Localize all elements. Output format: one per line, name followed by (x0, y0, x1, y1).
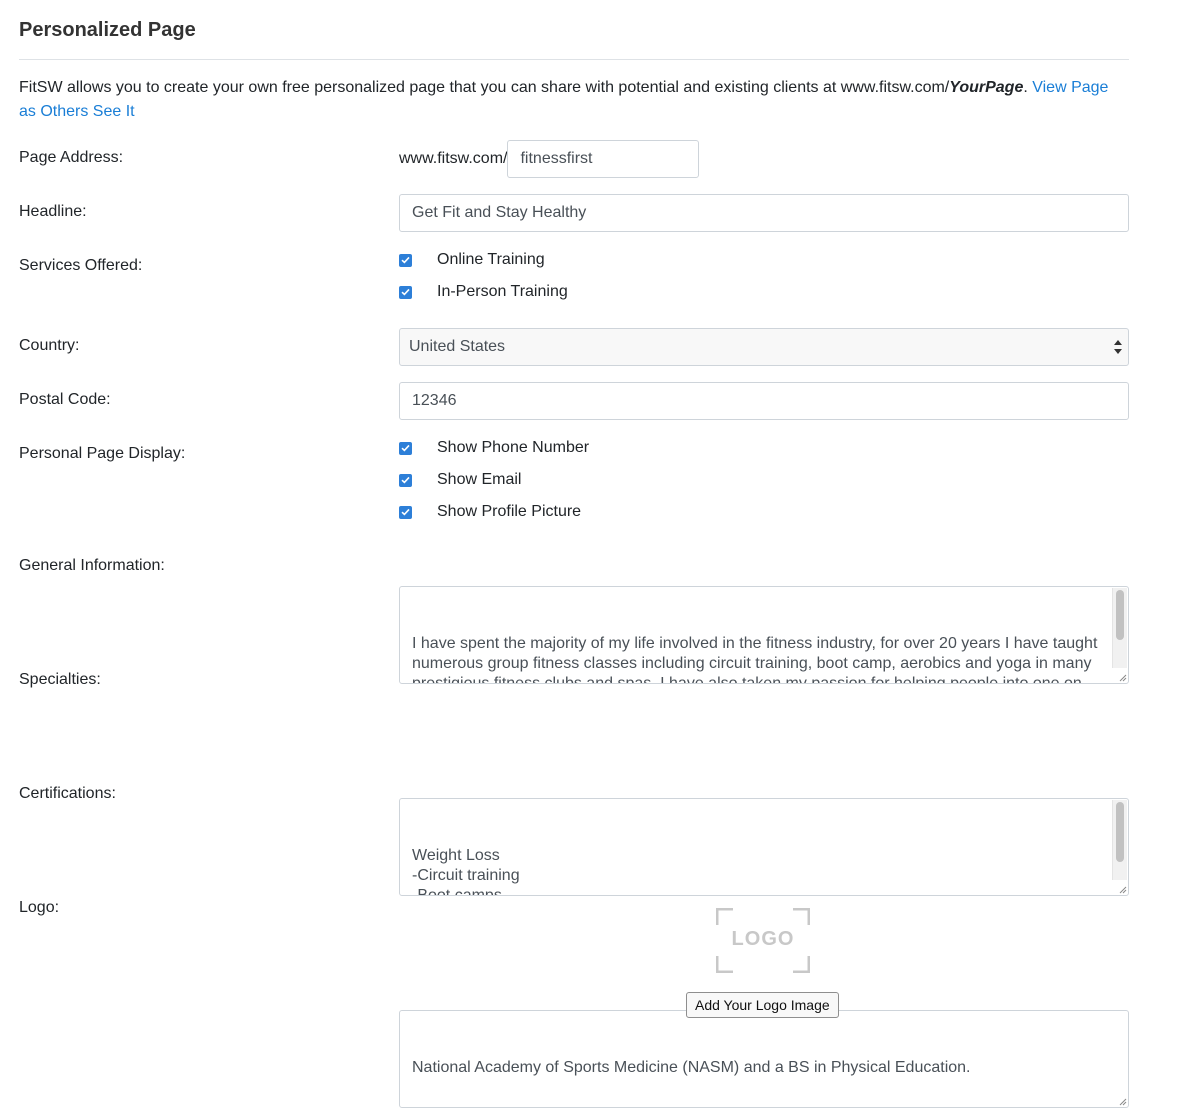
resize-grip-icon[interactable] (1117, 1096, 1127, 1106)
general-info-textarea[interactable]: I have spent the majority of my life inv… (399, 586, 1129, 684)
page-address-prefix: www.fitsw.com/ (399, 150, 508, 167)
logo-placeholder-icon: LOGO (716, 908, 810, 973)
intro-paragraph: FitSW allows you to create your own free… (19, 76, 1119, 124)
specialties-label: Specialties: (19, 671, 101, 688)
services-label: Services Offered: (19, 257, 143, 274)
certifications-label: Certifications: (19, 785, 116, 802)
general-info-label: General Information: (19, 557, 165, 574)
page-title: Personalized Page (19, 19, 196, 41)
country-select[interactable]: United States (399, 328, 1129, 366)
title-divider (19, 59, 1129, 60)
display-option-phone: Show Phone Number (399, 436, 589, 460)
certifications-textarea[interactable]: National Academy of Sports Medicine (NAS… (399, 1010, 1129, 1108)
resize-grip-icon[interactable] (1117, 884, 1127, 894)
logo-placeholder-text: LOGO (731, 928, 795, 950)
general-info-scrollbar[interactable] (1112, 588, 1127, 668)
personalized-page-form: Personalized Page FitSW allows you to cr… (19, 0, 1129, 1108)
show-picture-label[interactable]: Show Profile Picture (437, 503, 581, 521)
display-option-email: Show Email (399, 468, 521, 492)
specialties-text: Weight Loss -Circuit training -Boot camp… (412, 847, 520, 896)
page-address-input[interactable] (507, 140, 700, 178)
country-label: Country: (19, 337, 80, 354)
page-address-group: www.fitsw.com/ (399, 140, 700, 178)
service-option-in-person: In-Person Training (399, 280, 568, 304)
online-training-label[interactable]: Online Training (437, 251, 545, 269)
select-arrows-icon (1114, 340, 1122, 354)
logo-label: Logo: (19, 899, 60, 916)
show-picture-checkbox[interactable] (399, 505, 412, 519)
display-option-picture: Show Profile Picture (399, 500, 581, 524)
scrollbar-thumb[interactable] (1116, 590, 1124, 640)
intro-text: FitSW allows you to create your own free… (19, 79, 950, 96)
in-person-training-checkbox[interactable] (399, 285, 412, 299)
country-selected-value: United States (409, 338, 506, 355)
service-option-online: Online Training (399, 248, 545, 272)
postal-code-label: Postal Code: (19, 391, 111, 408)
intro-period: . (1023, 79, 1033, 96)
display-label: Personal Page Display: (19, 445, 186, 462)
page-address-label: Page Address: (19, 149, 124, 166)
general-info-text: I have spent the majority of my life inv… (412, 635, 1098, 684)
certifications-text: National Academy of Sports Medicine (NAS… (412, 1059, 971, 1076)
online-training-checkbox[interactable] (399, 253, 412, 267)
headline-input[interactable] (399, 194, 1129, 232)
show-phone-checkbox[interactable] (399, 441, 412, 455)
add-logo-button[interactable]: Add Your Logo Image (686, 992, 839, 1018)
headline-label: Headline: (19, 203, 87, 220)
show-email-checkbox[interactable] (399, 473, 412, 487)
postal-code-input[interactable] (399, 382, 1129, 420)
resize-grip-icon[interactable] (1117, 672, 1127, 682)
show-email-label[interactable]: Show Email (437, 471, 521, 489)
intro-emphasis: YourPage (949, 79, 1024, 96)
in-person-training-label[interactable]: In-Person Training (437, 283, 568, 301)
specialties-scrollbar[interactable] (1112, 800, 1127, 880)
scrollbar-thumb[interactable] (1116, 802, 1124, 862)
show-phone-label[interactable]: Show Phone Number (437, 439, 589, 457)
specialties-textarea[interactable]: Weight Loss -Circuit training -Boot camp… (399, 798, 1129, 896)
